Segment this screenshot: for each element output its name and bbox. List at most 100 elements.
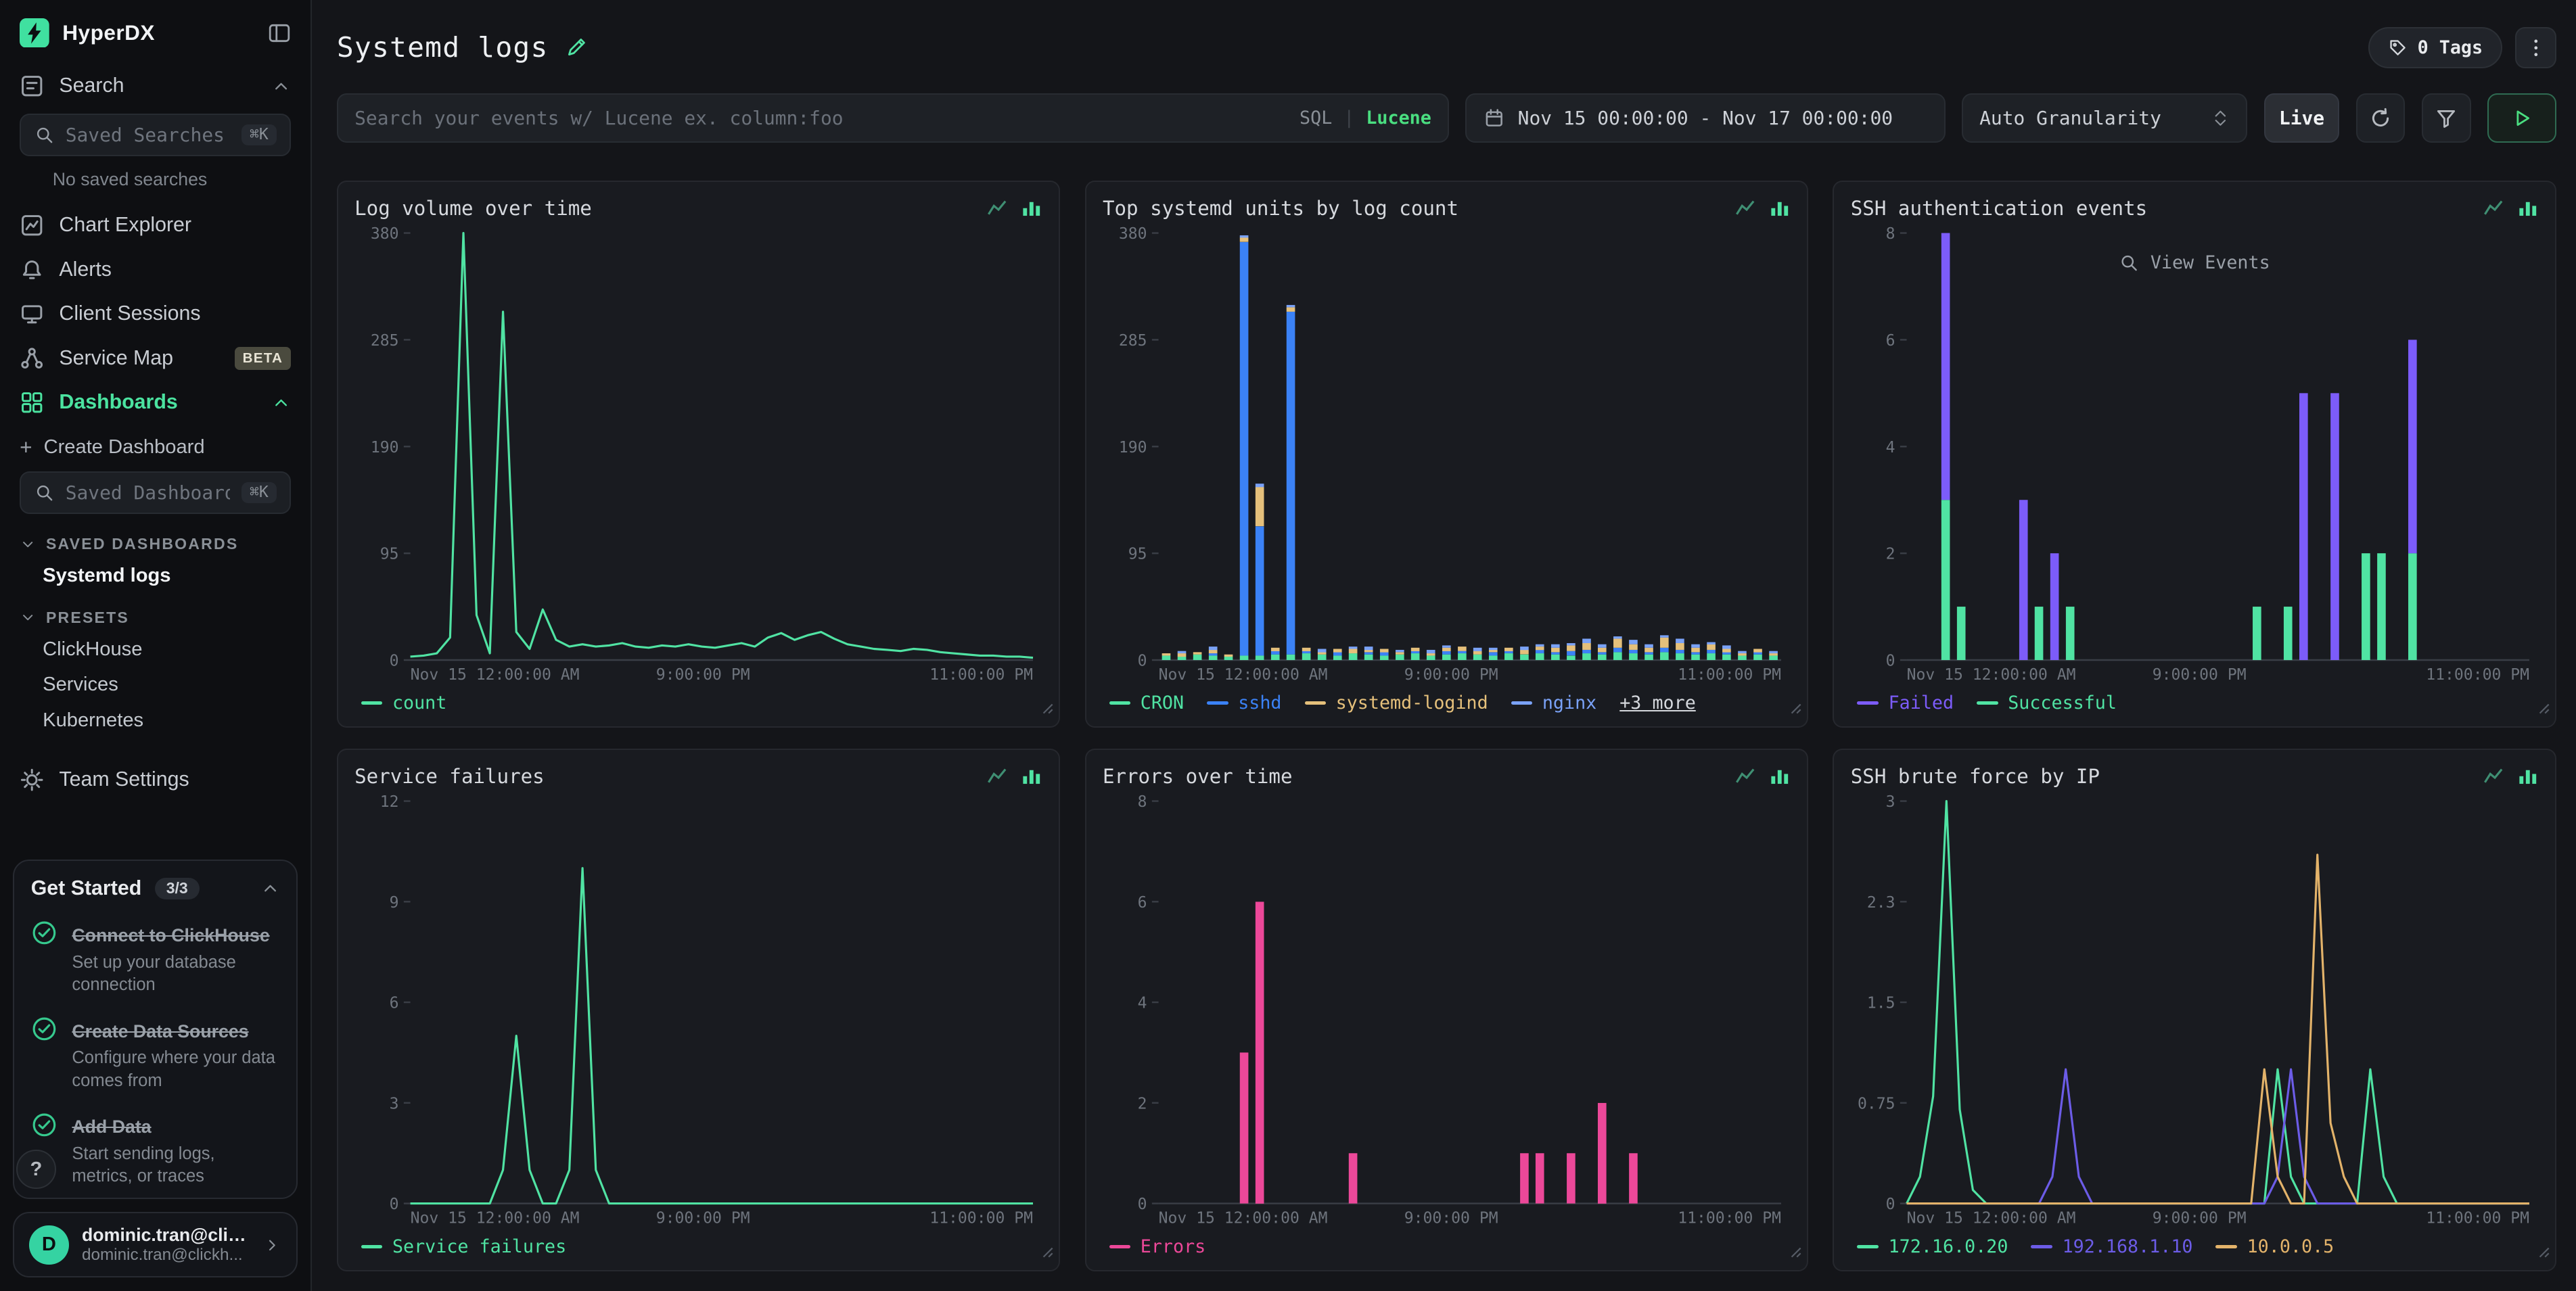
sidebar-item-alerts[interactable]: Alerts	[0, 248, 310, 292]
chart-area[interactable]: 095190285380Nov 15 12:00:00 AM9:00:00 PM…	[1103, 223, 1791, 687]
tag-icon	[2388, 38, 2408, 57]
chart-area[interactable]: View Events 02468Nov 15 12:00:00 AM9:00:…	[1851, 223, 2539, 687]
svg-text:9:00:00 PM: 9:00:00 PM	[656, 1210, 750, 1227]
line-chart-icon[interactable]	[1734, 197, 1756, 219]
sidebar-item-services[interactable]: Services	[0, 667, 310, 703]
sidebar-item-service-map[interactable]: Service Map BETA	[0, 336, 310, 381]
bar-chart-icon[interactable]	[1021, 766, 1042, 787]
sidebar-item-clickhouse[interactable]: ClickHouse	[0, 632, 310, 667]
sidebar-item-kubernetes[interactable]: Kubernetes	[0, 703, 310, 738]
view-events-button[interactable]: View Events	[2119, 252, 2270, 273]
legend-item[interactable]: Failed	[1857, 693, 1954, 713]
check-circle-icon	[31, 1112, 58, 1138]
chart-area[interactable]: 02468Nov 15 12:00:00 AM9:00:00 PM11:00:0…	[1103, 791, 1791, 1230]
saved-dashboards-input[interactable]: ⌘K	[20, 471, 291, 514]
tags-button[interactable]: 0 Tags	[2368, 27, 2502, 68]
view-events-label: View Events	[2150, 252, 2270, 273]
sidebar-item-team-settings[interactable]: Team Settings	[0, 758, 310, 803]
collapse-sidebar-icon[interactable]	[268, 22, 291, 45]
legend-item[interactable]: 192.168.1.10	[2031, 1236, 2192, 1257]
legend-item[interactable]: count	[361, 693, 447, 713]
chart-canvas: 00.751.52.33Nov 15 12:00:00 AM9:00:00 PM…	[1851, 791, 2539, 1229]
saved-searches-input[interactable]: ⌘K	[20, 114, 291, 156]
plus-icon: +	[20, 435, 32, 460]
saved-dashboards-field[interactable]	[66, 482, 230, 504]
section-presets[interactable]: PRESETS	[20, 609, 291, 627]
lucene-toggle[interactable]: Lucene	[1366, 108, 1431, 128]
get-started-step[interactable]: Create Data Sources Configure where your…	[31, 1014, 280, 1092]
legend-item[interactable]: nginx	[1511, 693, 1597, 713]
chart-canvas: 02468Nov 15 12:00:00 AM9:00:00 PM11:00:0…	[1851, 223, 2539, 686]
saved-searches-field[interactable]	[66, 124, 230, 146]
sql-toggle[interactable]: SQL	[1300, 108, 1332, 128]
svg-text:285: 285	[1119, 332, 1147, 350]
sidebar-item-chart-explorer[interactable]: Chart Explorer	[0, 203, 310, 248]
sidebar-item-dashboards[interactable]: Dashboards	[0, 381, 310, 425]
run-query-button[interactable]	[2487, 93, 2556, 143]
live-button[interactable]: Live	[2264, 93, 2340, 143]
bell-icon	[20, 258, 44, 282]
get-started-step[interactable]: Connect to ClickHouse Set up your databa…	[31, 918, 280, 996]
sidebar-item-search[interactable]: Search	[0, 64, 310, 109]
panel-title: Log volume over time	[354, 197, 592, 220]
bar-chart-icon[interactable]	[2517, 766, 2539, 787]
sidebar-item-label: Service Map	[59, 347, 219, 370]
section-saved-dashboards[interactable]: SAVED DASHBOARDS	[20, 535, 291, 553]
time-range-picker[interactable]: Nov 15 00:00:00 - Nov 17 00:00:00	[1465, 93, 1945, 143]
sidebar-item-systemd-logs[interactable]: Systemd logs	[0, 559, 310, 594]
bar-chart-icon[interactable]	[2517, 197, 2539, 219]
chart-area[interactable]: 00.751.52.33Nov 15 12:00:00 AM9:00:00 PM…	[1851, 791, 2539, 1230]
get-started-step[interactable]: Add Data Start sending logs, metrics, or…	[31, 1110, 280, 1188]
filter-button[interactable]	[2422, 93, 2471, 143]
app-window: HyperDX Search ⌘K No saved searches	[0, 0, 2576, 1291]
legend-item[interactable]: Successful	[1977, 693, 2117, 713]
panel-menu-button[interactable]	[2515, 27, 2556, 68]
svg-text:6: 6	[1138, 894, 1147, 912]
resize-handle[interactable]	[1039, 1235, 1054, 1265]
line-chart-icon[interactable]	[2483, 766, 2504, 787]
chevron-up-icon[interactable]	[260, 878, 280, 898]
svg-text:9:00:00 PM: 9:00:00 PM	[2153, 666, 2247, 684]
svg-text:12: 12	[380, 793, 399, 811]
granularity-select[interactable]: Auto Granularity	[1962, 93, 2248, 143]
user-menu[interactable]: D dominic.tran@clic... dominic.tran@clic…	[13, 1212, 298, 1277]
legend-item[interactable]: Service failures	[361, 1236, 566, 1257]
legend-item[interactable]: sshd	[1207, 693, 1281, 713]
svg-text:3: 3	[1885, 793, 1895, 811]
legend-item[interactable]: 172.16.0.20	[1857, 1236, 2008, 1257]
line-chart-icon[interactable]	[986, 197, 1008, 219]
line-chart-icon[interactable]	[986, 766, 1008, 787]
resize-handle[interactable]	[1039, 692, 1054, 722]
resize-handle[interactable]	[1787, 1235, 1802, 1265]
chart-area[interactable]: 036912Nov 15 12:00:00 AM9:00:00 PM11:00:…	[354, 791, 1042, 1230]
legend-item[interactable]: 10.0.0.5	[2215, 1236, 2334, 1257]
line-chart-icon[interactable]	[2483, 197, 2504, 219]
legend-item[interactable]: systemd-logind	[1305, 693, 1488, 713]
svg-text:4: 4	[1885, 439, 1895, 456]
sidebar: HyperDX Search ⌘K No saved searches	[0, 0, 312, 1291]
resize-handle[interactable]	[2535, 692, 2550, 722]
shortcut-badge: ⌘K	[242, 124, 277, 145]
svg-text:2: 2	[1885, 545, 1895, 563]
svg-text:11:00:00 PM: 11:00:00 PM	[2426, 1210, 2529, 1227]
chart-area[interactable]: 095190285380Nov 15 12:00:00 AM9:00:00 PM…	[354, 223, 1042, 687]
chevron-up-icon[interactable]	[271, 76, 291, 96]
bar-chart-icon[interactable]	[1021, 197, 1042, 219]
resize-handle[interactable]	[2535, 1235, 2550, 1265]
legend-item[interactable]: +3 more	[1619, 693, 1696, 713]
chevron-up-icon[interactable]	[271, 393, 291, 413]
refresh-button[interactable]	[2356, 93, 2406, 143]
edit-pencil-icon[interactable]	[565, 36, 588, 59]
chart-legend: count	[354, 687, 1042, 720]
resize-handle[interactable]	[1787, 692, 1802, 722]
bar-chart-icon[interactable]	[1769, 197, 1791, 219]
svg-text:0.75: 0.75	[1858, 1095, 1895, 1112]
help-button[interactable]: ?	[16, 1150, 55, 1189]
line-chart-icon[interactable]	[1734, 766, 1756, 787]
event-search-input[interactable]	[354, 107, 1287, 129]
bar-chart-icon[interactable]	[1769, 766, 1791, 787]
create-dashboard-button[interactable]: + Create Dashboard	[0, 425, 310, 466]
sidebar-item-client-sessions[interactable]: Client Sessions	[0, 292, 310, 337]
legend-item[interactable]: CRON	[1109, 693, 1184, 713]
legend-item[interactable]: Errors	[1109, 1236, 1206, 1257]
